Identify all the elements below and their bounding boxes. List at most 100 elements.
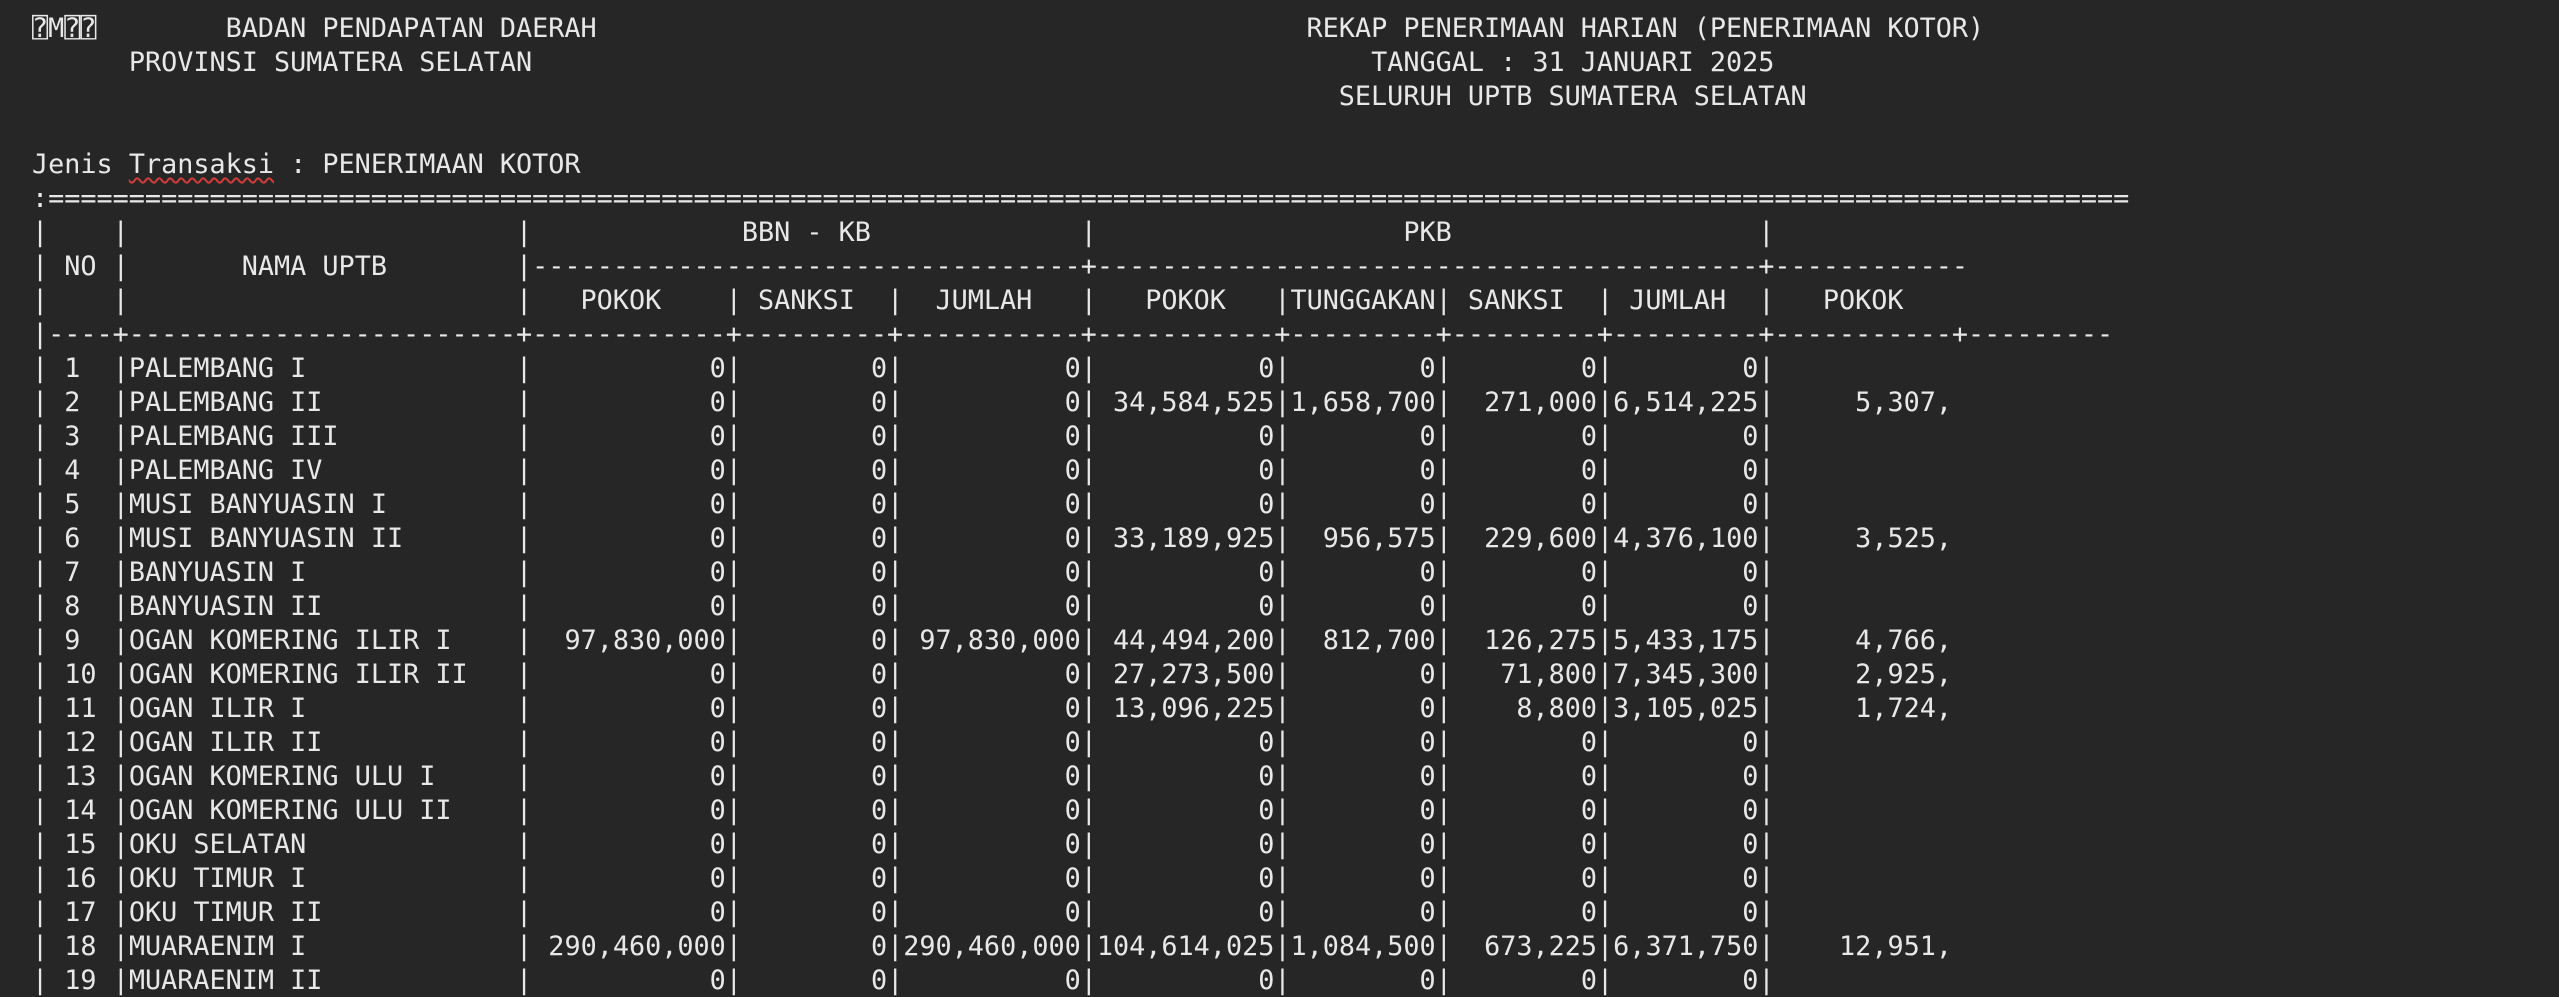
- cell-value: 0: [1290, 897, 1436, 928]
- cell-value: 0: [1451, 489, 1598, 520]
- table-row: | 19 |MUARAENIM II | 0| 0| 0| 0| 0| 0| 0…: [32, 965, 1952, 996]
- cell-value: 0: [1096, 727, 1275, 758]
- cell-value: 104,614,025: [1096, 931, 1275, 962]
- cell-value: 0: [741, 353, 888, 384]
- cell-value: 0: [903, 387, 1081, 418]
- cell-nama-uptb: OGAN ILIR I: [128, 693, 517, 724]
- report-glyph: ⍰M⍰⍰: [32, 13, 97, 44]
- cell-value: 0: [903, 727, 1081, 758]
- cell-value: 0: [741, 931, 888, 962]
- cell-value: 0: [1613, 761, 1759, 792]
- cell-value: 0: [532, 557, 726, 588]
- cell-value: 0: [532, 795, 726, 826]
- table-row: | 1 |PALEMBANG I | 0| 0| 0| 0| 0| 0| 0|: [32, 353, 1952, 384]
- cell-value: 2,925,: [1774, 659, 1952, 690]
- cell-value: 0: [532, 727, 726, 758]
- cell-nama-uptb: OKU TIMUR II: [128, 897, 517, 928]
- cell-no: 10: [48, 659, 113, 690]
- cell-value: 0: [741, 863, 888, 894]
- report-scope: SELURUH UPTB SUMATERA SELATAN: [1338, 81, 1807, 112]
- header-line-3: SELURUH UPTB SUMATERA SELATAN: [32, 81, 1807, 112]
- header-group-bbn-kb: BBN - KB: [532, 217, 1081, 248]
- cell-value: 0: [1451, 897, 1598, 928]
- cell-value: 0: [903, 421, 1081, 452]
- cell-no: 15: [48, 829, 113, 860]
- table-row: | 5 |MUSI BANYUASIN I | 0| 0| 0| 0| 0| 0…: [32, 489, 1952, 520]
- cell-value: 0: [1096, 557, 1275, 588]
- cell-value: 0: [1613, 353, 1759, 384]
- cell-value: 0: [903, 489, 1081, 520]
- cell-value: [1775, 795, 1952, 826]
- cell-value: 0: [741, 489, 888, 520]
- province-name: PROVINSI SUMATERA SELATAN: [128, 47, 533, 78]
- cell-value: 0: [1613, 795, 1759, 826]
- cell-value: 0: [1613, 557, 1759, 588]
- cell-value: 0: [1290, 761, 1436, 792]
- cell-value: 0: [1290, 421, 1436, 452]
- cell-value: 0: [532, 761, 726, 792]
- table-row: | 10 |OGAN KOMERING ILIR II | 0| 0| 0| 2…: [32, 659, 1952, 690]
- cell-no: 1: [48, 353, 113, 384]
- cell-value: [1775, 489, 1952, 520]
- cell-value: 0: [1290, 591, 1436, 622]
- cell-value: 0: [1290, 557, 1436, 588]
- cell-value: [1775, 557, 1952, 588]
- cell-value: 7,345,300: [1613, 659, 1759, 690]
- cell-value: 4,376,100: [1613, 523, 1759, 554]
- cell-nama-uptb: OGAN ILIR II: [128, 727, 517, 758]
- cell-value: 0: [903, 523, 1081, 554]
- cell-value: 0: [532, 659, 726, 690]
- table-row: | 2 |PALEMBANG II | 0| 0| 0| 34,584,525|…: [32, 387, 1952, 418]
- cell-no: 13: [48, 761, 113, 792]
- cell-value: 812,700: [1290, 625, 1436, 656]
- cell-value: 956,575: [1290, 523, 1436, 554]
- cell-no: 9: [48, 625, 113, 656]
- cell-value: 0: [1290, 353, 1436, 384]
- cell-value: 0: [1096, 421, 1275, 452]
- report-viewer: ⍰M⍰⍰ BADAN PENDAPATAN DAERAH REKAP PENER…: [0, 0, 2559, 997]
- cell-value: 0: [1451, 557, 1598, 588]
- cell-value: 0: [532, 693, 726, 724]
- cell-value: 5,433,175: [1613, 625, 1759, 656]
- cell-value: 0: [1451, 965, 1598, 996]
- cell-value: 0: [1451, 761, 1598, 792]
- cell-value: 0: [903, 591, 1081, 622]
- cell-value: 0: [741, 387, 888, 418]
- cell-value: 3,525,: [1774, 523, 1952, 554]
- cell-nama-uptb: OKU TIMUR I: [128, 863, 517, 894]
- cell-nama-uptb: PALEMBANG IV: [128, 455, 517, 486]
- cell-value: 0: [1451, 829, 1598, 860]
- cell-value: 13,096,225: [1096, 693, 1275, 724]
- cell-nama-uptb: PALEMBANG III: [128, 421, 517, 452]
- report-title: REKAP PENERIMAAN HARIAN (PENERIMAAN KOTO…: [1306, 13, 1985, 44]
- cell-value: 0: [1613, 863, 1759, 894]
- cell-value: 0: [1290, 795, 1436, 826]
- cell-no: 5: [48, 489, 113, 520]
- cell-value: 0: [741, 761, 888, 792]
- cell-no: 3: [48, 421, 113, 452]
- cell-value: 0: [1451, 353, 1598, 384]
- cell-no: 6: [48, 523, 113, 554]
- cell-no: 18: [48, 931, 113, 962]
- cell-value: 0: [1290, 727, 1436, 758]
- cell-nama-uptb: OGAN KOMERING ULU I: [128, 761, 517, 792]
- cell-value: 34,584,525: [1096, 387, 1275, 418]
- cell-value: 0: [903, 965, 1081, 996]
- cell-value: 0: [741, 727, 888, 758]
- cell-value: 0: [532, 353, 726, 384]
- cell-value: 290,460,000: [903, 931, 1081, 962]
- cell-value: 0: [1613, 455, 1759, 486]
- header-line-1: ⍰M⍰⍰ BADAN PENDAPATAN DAERAH REKAP PENER…: [32, 13, 1984, 44]
- table-row: | 14 |OGAN KOMERING ULU II | 0| 0| 0| 0|…: [32, 795, 1952, 826]
- cell-nama-uptb: OGAN KOMERING ILIR I: [128, 625, 517, 656]
- cell-value: 0: [532, 455, 726, 486]
- table-header-separator: |----+------------------------+---------…: [32, 319, 2114, 350]
- cell-value: 673,225: [1451, 931, 1598, 962]
- cell-no: 19: [48, 965, 113, 996]
- cell-value: 0: [1613, 727, 1759, 758]
- table-top-rule: :=======================================…: [32, 183, 2130, 214]
- cell-value: 0: [1613, 829, 1759, 860]
- cell-value: 0: [1613, 897, 1759, 928]
- cell-value: [1775, 965, 1952, 996]
- cell-value: 0: [1290, 489, 1436, 520]
